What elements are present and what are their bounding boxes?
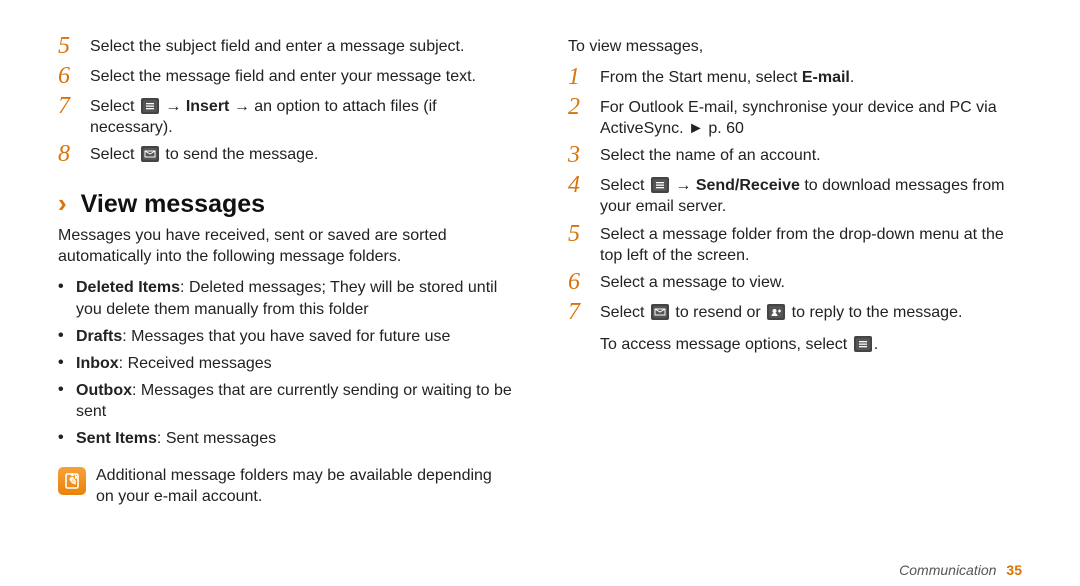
step-number: 1 [568,65,590,89]
step-body: Select to resend or to reply to the mess… [600,302,1022,323]
step-body: Select → Insert → an option to attach fi… [90,96,512,138]
send-icon [651,304,669,320]
manual-page: 5 Select the subject field and enter a me… [0,0,1080,586]
step-item: 3 Select the name of an account. [568,145,1022,169]
step-item: 6 Select a message to view. [568,272,1022,296]
step-number: 7 [58,94,80,118]
step-item: 8 Select to send the message. [58,144,512,168]
note-text: Additional message folders may be availa… [96,465,512,507]
step-item: 1 From the Start menu, select E-mail. [568,67,1022,91]
step-item: 5 Select a message folder from the drop-d… [568,224,1022,266]
step-number: 5 [568,222,590,246]
bullet-item: Inbox: Received messages [58,353,512,374]
svg-text:✎: ✎ [67,476,76,488]
step-number: 7 [568,300,590,324]
chevron-icon: › [58,190,67,216]
note-icon: ✎ [58,467,86,495]
step-body: Select the name of an account. [600,145,1022,166]
menu-icon [141,98,159,114]
right-lead: To view messages, [568,36,1022,57]
step-body: Select a message folder from the drop-do… [600,224,1022,266]
step-number: 4 [568,173,590,197]
bullet-item: Outbox: Messages that are currently send… [58,380,512,422]
right-tail: To access message options, select . [600,334,1022,355]
note-row: ✎ Additional message folders may be avai… [58,465,512,507]
step-number: 2 [568,95,590,119]
step-body: Select to send the message. [90,144,512,165]
left-column: 5 Select the subject field and enter a me… [58,36,512,586]
step-item: 4 Select → Send/Receive to download messa… [568,175,1022,217]
reply-icon [767,304,785,320]
step-number: 3 [568,143,590,167]
bullet-item: Deleted Items: Deleted messages; They wi… [58,277,512,319]
bullet-item: Sent Items: Sent messages [58,428,512,449]
step-item: 7 Select to resend or to reply to the mes… [568,302,1022,326]
step-item: 7 Select → Insert → an option to attach f… [58,96,512,138]
step-item: 5 Select the subject field and enter a me… [58,36,512,60]
step-item: 2 For Outlook E-mail, synchronise your de… [568,97,1022,139]
step-body: For Outlook E-mail, synchronise your dev… [600,97,1022,139]
section-title: View messages [81,188,265,221]
menu-icon [854,336,872,352]
step-number: 5 [58,34,80,58]
step-body: Select → Send/Receive to download messag… [600,175,1022,217]
step-body: Select a message to view. [600,272,1022,293]
folder-bullets: Deleted Items: Deleted messages; They wi… [58,277,512,455]
step-number: 6 [58,64,80,88]
section-heading: › View messages [58,188,512,221]
send-icon [141,146,159,162]
menu-icon [651,177,669,193]
right-column: To view messages, 1 From the Start menu, … [568,36,1022,586]
step-number: 6 [568,270,590,294]
step-body: Select the message field and enter your … [90,66,512,87]
page-footer: Communication 35 [899,562,1022,578]
step-item: 6 Select the message field and enter your… [58,66,512,90]
step-body: Select the subject field and enter a mes… [90,36,512,57]
footer-page-number: 35 [1006,562,1022,578]
steps-list-a: 5 Select the subject field and enter a me… [58,36,512,174]
step-number: 8 [58,142,80,166]
bullet-item: Drafts: Messages that you have saved for… [58,326,512,347]
step-body: From the Start menu, select E-mail. [600,67,1022,88]
steps-list-b: 1 From the Start menu, select E-mail. 2 For… [568,67,1022,332]
section-intro: Messages you have received, sent or save… [58,225,512,267]
footer-section: Communication [899,562,996,578]
